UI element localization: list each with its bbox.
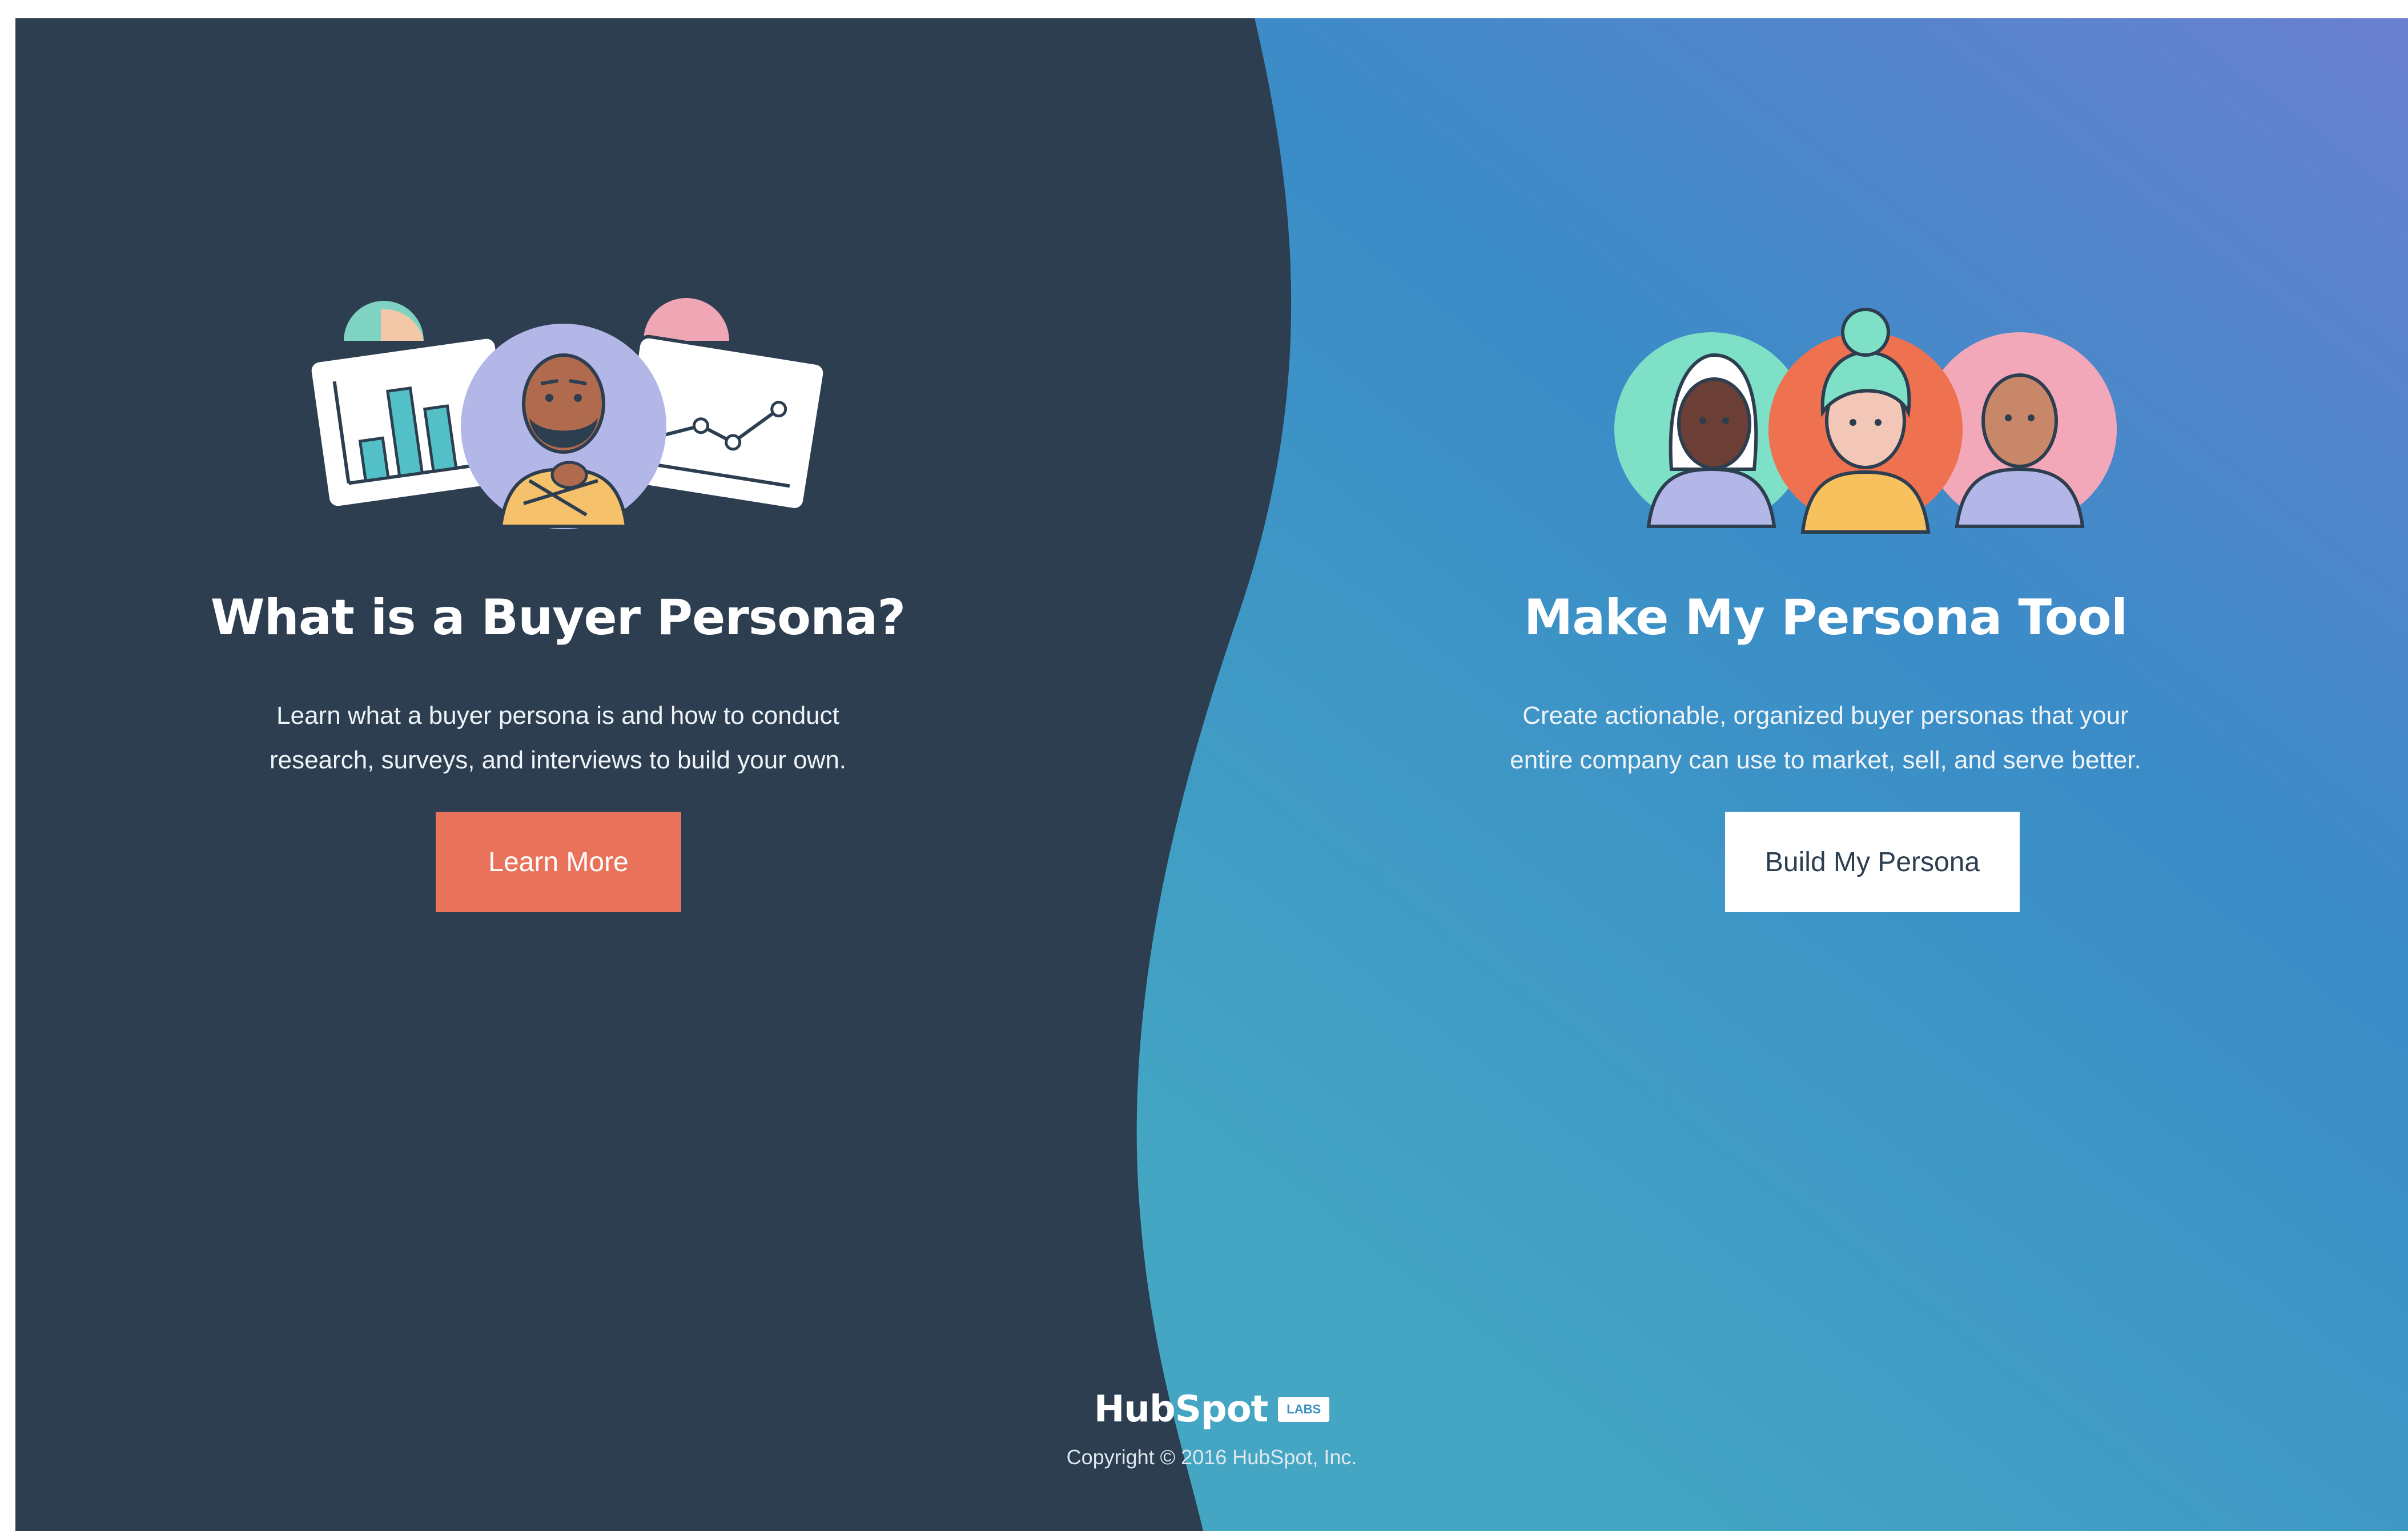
left-panel: What is a Buyer Persona? Learn what a bu… — [15, 18, 1100, 1531]
right-description-line-1: Create actionable, organized buyer perso… — [1522, 702, 2129, 730]
three-personas-icon — [1614, 308, 2117, 534]
persona-thinking-with-charts-icon — [308, 298, 827, 529]
brand-text: HubSpot — [1094, 1388, 1268, 1431]
right-panel: Make My Persona Tool Create actionable, … — [1243, 18, 2408, 1531]
footer: HubSpot LABS Copyright © 2016 HubSpot, I… — [15, 1388, 2408, 1469]
copyright-text: Copyright © 2016 HubSpot, Inc. — [1066, 1445, 1357, 1469]
learn-more-button[interactable]: Learn More — [436, 812, 681, 912]
hubspot-logo[interactable]: HubSpot LABS — [1094, 1388, 1330, 1431]
page: What is a Buyer Persona? Learn what a bu… — [15, 18, 2408, 1531]
left-description-line-2: research, surveys, and interviews to bui… — [269, 746, 847, 774]
left-title: What is a Buyer Persona? — [210, 589, 906, 646]
right-description-line-2: entire company can use to market, sell, … — [1510, 746, 2141, 774]
right-description: Create actionable, organized buyer perso… — [1243, 694, 2408, 783]
build-my-persona-button[interactable]: Build My Persona — [1725, 812, 2020, 912]
labs-badge: LABS — [1278, 1397, 1330, 1422]
right-title: Make My Persona Tool — [1523, 589, 2128, 646]
left-description-line-1: Learn what a buyer persona is and how to… — [276, 702, 839, 730]
left-description: Learn what a buyer persona is and how to… — [15, 694, 1100, 783]
